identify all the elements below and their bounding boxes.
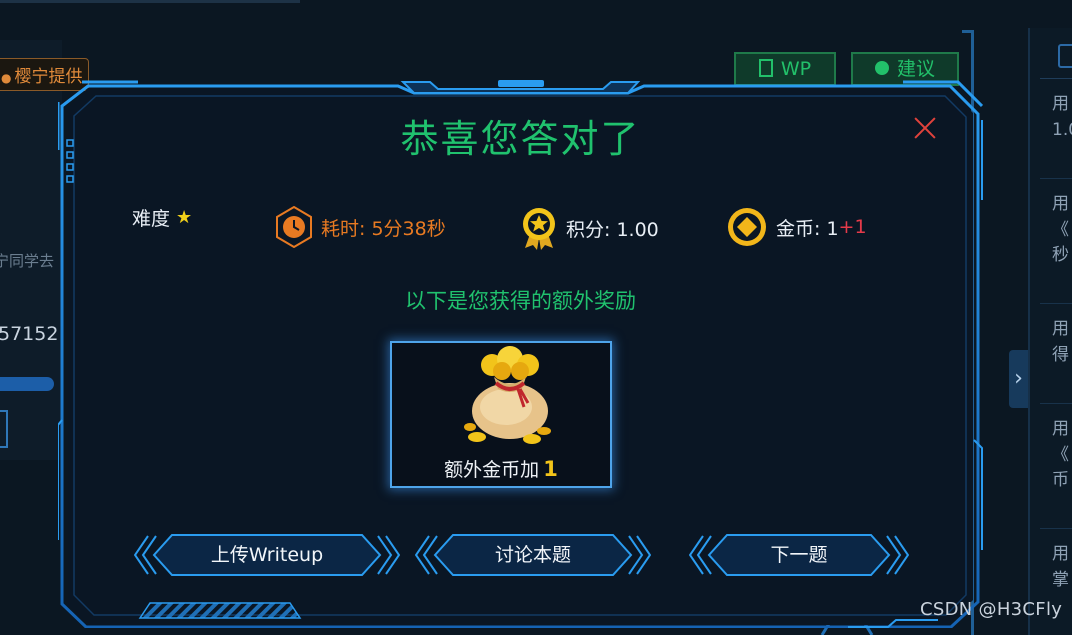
discuss-label: 讨论本题 [494,544,571,566]
score-stat: 积分: 1.00 [520,206,659,250]
medal-icon [523,208,555,250]
right-item: 1.0 [1052,120,1072,140]
reward-text: 额外金币加 1 [392,455,610,482]
score-text: 积分: 1.00 [566,218,659,241]
upload-writeup-button[interactable]: 上传Writeup [134,532,400,578]
right-item: 币 [1052,470,1069,490]
upload-writeup-label: 上传Writeup [210,544,324,566]
progress-bar [0,377,54,391]
coin-stat: 金币: 1 +1 [726,206,867,248]
star-icon: ★ [176,207,193,228]
panel-header-icon [1058,44,1072,68]
time-stat: 耗时: 5分38秒 [275,206,446,248]
reward-card: 额外金币加 1 [390,341,612,488]
right-item: 掌 [1052,570,1069,590]
coin-bonus: +1 [838,216,867,238]
right-separator [1040,403,1072,404]
close-icon[interactable] [913,116,937,140]
panel-expand-button[interactable]: › [1009,350,1028,408]
wp-button-label: WP [780,58,812,80]
right-item: 用 [1052,94,1069,114]
right-item: 《 [1052,220,1069,240]
stat-number: 57152 [0,323,59,345]
discuss-button[interactable]: 讨论本题 [415,532,651,578]
watermark: CSDN @H3CFly [920,599,1063,620]
reward-label: 以下是您获得的额外奖励 [405,289,636,313]
right-item: 用 [1052,194,1069,214]
reward-text-label: 额外金币加 [444,459,540,481]
suggest-button-label: 建议 [896,58,935,80]
right-item: 得 [1052,345,1069,365]
dot-icon: ● [1,71,12,85]
right-separator [1040,303,1072,304]
coin-icon [728,208,766,246]
right-separator [1040,178,1072,179]
right-item: 用 [1052,319,1069,339]
difficulty-stat: 难度 ★ [132,204,192,231]
input-box[interactable] [0,410,8,448]
right-divider [1040,78,1072,79]
document-icon [758,58,773,77]
coin-text: 金币: 1 [776,217,839,240]
top-divider [0,0,300,3]
gold-bag-icon [464,346,551,444]
right-separator [1040,528,1072,529]
clock-icon [276,206,312,248]
reward-amount: 1 [543,457,558,481]
next-question-button[interactable]: 下一题 [689,532,909,578]
success-modal: 恭喜您答对了 难度 ★ 耗时: 5分38秒 积分: 1.00 金币: 1+1 [58,80,983,628]
right-item: 用 [1052,544,1069,564]
right-item: 用 [1052,419,1069,439]
student-text: 宁同学去 [0,252,55,270]
time-text: 耗时: 5分38秒 [321,217,446,240]
right-item: 秒 [1052,245,1069,265]
modal-title: 恭喜您答对了 [400,117,641,161]
next-question-label: 下一题 [770,544,828,566]
right-item: 《 [1052,445,1069,465]
difficulty-label: 难度 [132,208,171,230]
lightbulb-icon [874,60,889,75]
